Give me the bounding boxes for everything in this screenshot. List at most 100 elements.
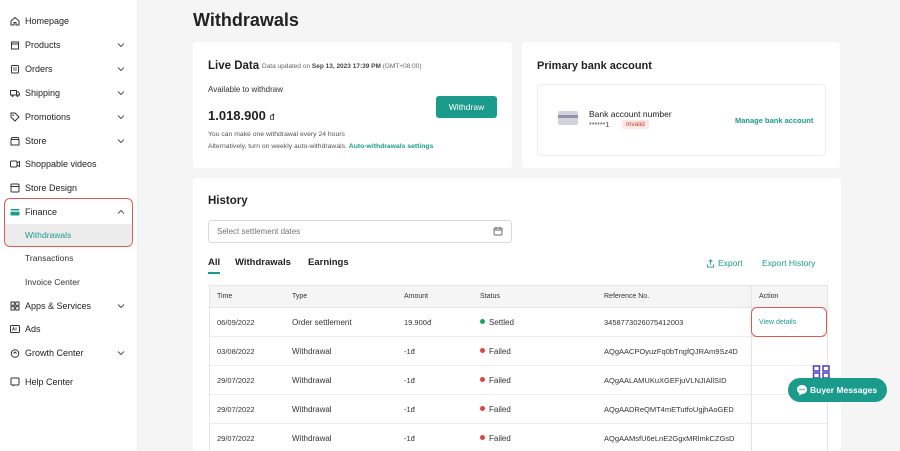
sidebar-item-orders[interactable]: Orders (0, 58, 138, 80)
sidebar-item-finance[interactable]: Finance (0, 201, 138, 223)
cell-reference: AQgAALAMUKuXGEFjuVLNJIAllSID (604, 376, 727, 385)
wallet-icon (10, 207, 20, 217)
cell-amount: 19.900đ (404, 318, 432, 327)
col-status: Status (480, 293, 500, 300)
col-amount: Amount (404, 293, 429, 300)
chevron-down-icon (117, 304, 125, 309)
table-row: 29/07/2022 Withdrawal -1đ Failed AQgAALA… (210, 366, 827, 395)
status-dot (480, 377, 485, 383)
tab-all[interactable]: All (208, 257, 220, 268)
growth-icon (10, 348, 20, 358)
cell-amount: -1đ (404, 434, 415, 443)
export-icon (706, 258, 715, 268)
live-data-title: Live Data (208, 60, 260, 72)
currency-symbol: đ (269, 112, 275, 122)
export-label: Export (718, 258, 743, 268)
col-time: Time (217, 293, 233, 300)
sidebar-item-label: Growth Center (25, 348, 84, 358)
chevron-down-icon (117, 43, 125, 48)
sidebar-item-apps-services[interactable]: Apps & Services (0, 295, 138, 317)
cell-amount: -1đ (404, 376, 415, 385)
cell-amount: -1đ (404, 347, 415, 356)
tab-withdrawals[interactable]: Withdrawals (235, 257, 291, 268)
tab-earnings[interactable]: Earnings (308, 257, 349, 268)
calendar-icon[interactable] (493, 226, 503, 236)
buyer-messages-button[interactable]: Buyer Messages (788, 378, 887, 402)
help-icon (10, 377, 20, 387)
sidebar-item-label: Homepage (25, 16, 70, 26)
cell-type: Withdrawal (292, 434, 332, 443)
sidebar-item-ads[interactable]: Ads (0, 318, 138, 340)
status-text: Failed (489, 347, 511, 356)
sidebar-item-growth-center[interactable]: Growth Center (0, 342, 138, 364)
bank-account-masked: ******1 (589, 122, 610, 129)
manage-bank-link[interactable]: Manage bank account (735, 116, 813, 125)
sidebar-sub-transactions[interactable]: Transactions (5, 247, 133, 269)
sidebar-sub-invoice-center[interactable]: Invoice Center (5, 271, 133, 293)
chevron-up-icon (117, 209, 125, 214)
cell-reference: AQgAACPOyuzFq0bTngfQJRAm9Sz4D (604, 347, 738, 356)
chevron-down-icon (117, 139, 125, 144)
sidebar-item-products[interactable]: Products (0, 34, 138, 56)
table-row: 03/08/2022 Withdrawal -1đ Failed AQgAACP… (210, 337, 827, 366)
sidebar-item-promotions[interactable]: Promotions (0, 106, 138, 128)
auto-withdraw-note: Alternatively, turn on weekly auto-withd… (208, 143, 433, 150)
export-button[interactable]: Export (706, 258, 743, 268)
sidebar-item-label: Store Design (25, 183, 78, 193)
cell-type: Withdrawal (292, 347, 332, 356)
history-card: History All Withdrawals Earnings Export … (193, 178, 841, 451)
sidebar-item-label: Orders (25, 64, 53, 74)
export-history-link[interactable]: Export History (762, 258, 815, 268)
cell-status: Failed (480, 347, 511, 356)
view-details-highlight-box (751, 307, 827, 337)
sidebar-item-shipping[interactable]: Shipping (0, 82, 138, 104)
settlement-date-input[interactable] (208, 220, 512, 243)
cell-reference: AQgAADReQMT4mETutfoUgjhAoGED (604, 405, 734, 414)
sidebar-item-label: Ads (25, 324, 41, 334)
box-icon (10, 40, 20, 50)
col-action: Action (759, 293, 779, 300)
cell-time: 06/09/2022 (217, 318, 255, 327)
sidebar-item-homepage[interactable]: Homepage (0, 10, 138, 32)
cell-status: Failed (480, 434, 511, 443)
available-amount: 1.018.900 đ (208, 108, 274, 123)
credit-card-icon (558, 111, 578, 125)
cell-time: 03/08/2022 (217, 347, 255, 356)
live-data-updated: Data updated on Sep 13, 2023 17:39 PM (G… (262, 63, 422, 70)
chevron-down-icon (117, 67, 125, 72)
table-row: 29/07/2022 Withdrawal -1đ Failed AQgAADR… (210, 395, 827, 424)
layout-icon (10, 183, 20, 193)
chevron-down-icon (117, 91, 125, 96)
store-icon (10, 136, 20, 146)
cell-time: 29/07/2022 (217, 405, 255, 414)
table-header: Time Type Amount Status Reference No. Ac… (210, 286, 827, 308)
auto-withdrawals-link[interactable]: Auto-withdrawals settings (349, 143, 434, 150)
cell-reference: AQgAAMsfU6eLnE2GgxMRlmkCZGsD (604, 434, 735, 443)
sidebar-item-store[interactable]: Store (0, 130, 138, 152)
sidebar-item-label: Store (25, 136, 47, 146)
cell-type: Withdrawal (292, 405, 332, 414)
sidebar-item-label: Apps & Services (25, 301, 92, 311)
sidebar-item-help-center[interactable]: Help Center (0, 371, 138, 393)
bank-title: Primary bank account (537, 60, 652, 72)
sidebar-item-label: Shipping (25, 88, 61, 98)
grid-icon[interactable] (812, 365, 832, 379)
tag-icon (10, 112, 20, 122)
page-title: Withdrawals (193, 10, 299, 30)
cell-status: Settled (480, 318, 514, 327)
sidebar-item-shoppable-videos[interactable]: Shoppable videos (0, 153, 138, 175)
sidebar-sub-withdrawals[interactable]: Withdrawals (5, 224, 133, 246)
cell-reference: 3458773026075412003 (604, 318, 684, 327)
sidebar-item-label: Help Center (25, 377, 74, 387)
cell-time: 29/07/2022 (217, 376, 255, 385)
updated-timezone: (GMT+08:00) (380, 63, 422, 70)
withdraw-button[interactable]: Withdraw (436, 96, 497, 118)
active-tab-indicator (208, 272, 220, 274)
status-text: Failed (489, 434, 511, 443)
status-text: Failed (489, 376, 511, 385)
live-data-card: Live Data Data updated on Sep 13, 2023 1… (193, 42, 512, 168)
sidebar-item-label: Finance (25, 207, 58, 217)
apps-icon (10, 301, 20, 311)
sidebar-item-store-design[interactable]: Store Design (0, 177, 138, 199)
withdraw-note: You can make one withdrawal every 24 hou… (208, 131, 345, 138)
